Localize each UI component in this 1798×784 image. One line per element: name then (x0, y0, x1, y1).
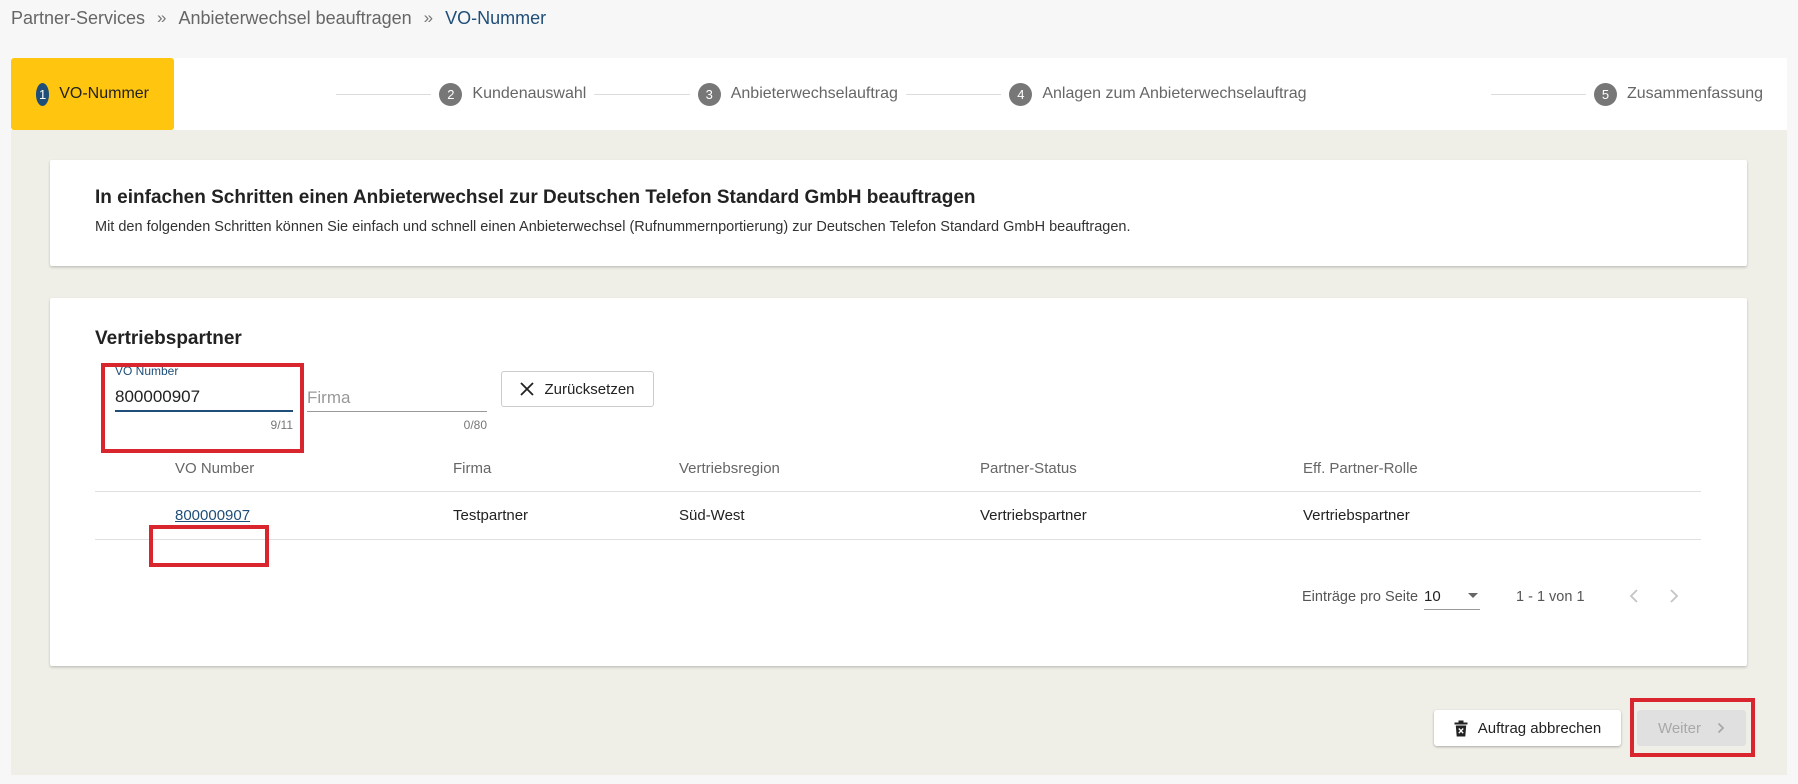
step-label: VO-Nummer (59, 85, 149, 102)
cell-firma: Testpartner (453, 507, 529, 524)
intro-title: In einfachen Schritten einen Anbieterwec… (95, 187, 976, 208)
content-area: In einfachen Schritten einen Anbieterwec… (11, 130, 1787, 775)
page-size-value: 10 (1424, 588, 1441, 605)
reset-button[interactable]: Zurücksetzen (501, 371, 654, 407)
partner-card: Vertriebspartner VO Number 9/11 0/80 Zur… (50, 298, 1747, 666)
caret-down-icon (1468, 593, 1478, 598)
step-anbieterwechselauftrag[interactable]: 3 Anbieterwechselauftrag (697, 58, 898, 130)
vo-number-field: VO Number 9/11 (115, 364, 293, 434)
vo-number-link[interactable]: 800000907 (175, 507, 250, 524)
intro-text: Mit den folgenden Schritten können Sie e… (95, 219, 1131, 235)
vo-number-label: VO Number (115, 364, 179, 378)
previous-page-button[interactable] (1622, 584, 1646, 608)
step-number: 3 (697, 82, 721, 106)
step-connector (594, 93, 690, 95)
step-anlagen[interactable]: 4 Anlagen zum Anbieterwechselauftrag (1009, 58, 1307, 130)
step-label: Anbieterwechselauftrag (730, 85, 898, 102)
step-label: Zusammenfassung (1626, 85, 1764, 102)
step-connector (336, 93, 432, 95)
cancel-order-button[interactable]: Auftrag abbrechen (1434, 710, 1621, 746)
step-number: 2 (439, 82, 463, 106)
page-size-select[interactable]: 10 (1424, 582, 1480, 610)
cancel-order-label: Auftrag abbrechen (1477, 719, 1602, 737)
cell-vertriebsregion: Süd-West (679, 507, 745, 524)
table-header-row: VO Number Firma Vertriebsregion Partner-… (95, 446, 1701, 492)
firma-counter: 0/80 (463, 418, 487, 432)
stepper: 1 VO-Nummer 2 Kundenauswahl 3 Anbieterwe… (11, 58, 1787, 130)
step-connector (905, 93, 1002, 95)
breadcrumb-item-anbieterwechsel[interactable]: Anbieterwechsel beauftragen (179, 8, 412, 29)
table-row: 800000907 Testpartner Süd-West Vertriebs… (95, 492, 1701, 540)
vo-number-input[interactable] (115, 384, 293, 412)
header-partner-rolle: Eff. Partner-Rolle (1303, 460, 1418, 477)
cell-partner-rolle: Vertriebspartner (1303, 507, 1410, 524)
chevron-right-icon (1717, 722, 1725, 734)
firma-input[interactable] (307, 384, 487, 412)
step-vo-nummer[interactable]: 1 VO-Nummer (11, 58, 174, 130)
step-number: 4 (1009, 82, 1033, 106)
breadcrumb-separator: » (157, 8, 167, 27)
close-icon (520, 382, 535, 396)
page-size-label: Einträge pro Seite (1302, 589, 1419, 605)
section-title-vertriebspartner: Vertriebspartner (95, 328, 242, 349)
firma-field: 0/80 (307, 364, 487, 434)
partner-table: VO Number Firma Vertriebsregion Partner-… (95, 446, 1701, 540)
chevron-right-icon (1670, 589, 1679, 603)
step-zusammenfassung[interactable]: 5 Zusammenfassung (1593, 58, 1764, 130)
intro-card: In einfachen Schritten einen Anbieterwec… (50, 160, 1747, 266)
breadcrumb-item-partner-services[interactable]: Partner-Services (11, 8, 145, 29)
next-button[interactable]: Weiter (1637, 710, 1746, 746)
cell-partner-status: Vertriebspartner (980, 507, 1087, 524)
header-vertriebsregion: Vertriebsregion (679, 460, 780, 477)
header-firma: Firma (453, 460, 492, 477)
chevron-left-icon (1629, 589, 1638, 603)
step-number: 5 (1593, 82, 1617, 106)
step-label: Kundenauswahl (472, 85, 587, 102)
step-number: 1 (36, 82, 50, 106)
header-vo-number: VO Number (175, 460, 255, 477)
vo-number-counter: 9/11 (270, 418, 293, 432)
breadcrumb-item-current: VO-Nummer (445, 7, 547, 28)
breadcrumb-separator: » (423, 8, 434, 27)
next-button-label: Weiter (1657, 719, 1702, 737)
step-kundenauswahl[interactable]: 2 Kundenauswahl (439, 58, 586, 130)
reset-button-label: Zurücksetzen (544, 380, 635, 398)
next-page-button[interactable] (1662, 584, 1686, 608)
paginator: Einträge pro Seite 10 1 - 1 von 1 (50, 578, 1747, 618)
step-label: Anlagen zum Anbieterwechselauftrag (1042, 85, 1307, 102)
page-range: 1 - 1 von 1 (1516, 589, 1585, 605)
breadcrumb: Partner-Services » Anbieterwechsel beauf… (11, 6, 546, 30)
trash-icon (1454, 720, 1468, 736)
step-connector (1490, 93, 1586, 95)
header-partner-status: Partner-Status (980, 460, 1077, 477)
